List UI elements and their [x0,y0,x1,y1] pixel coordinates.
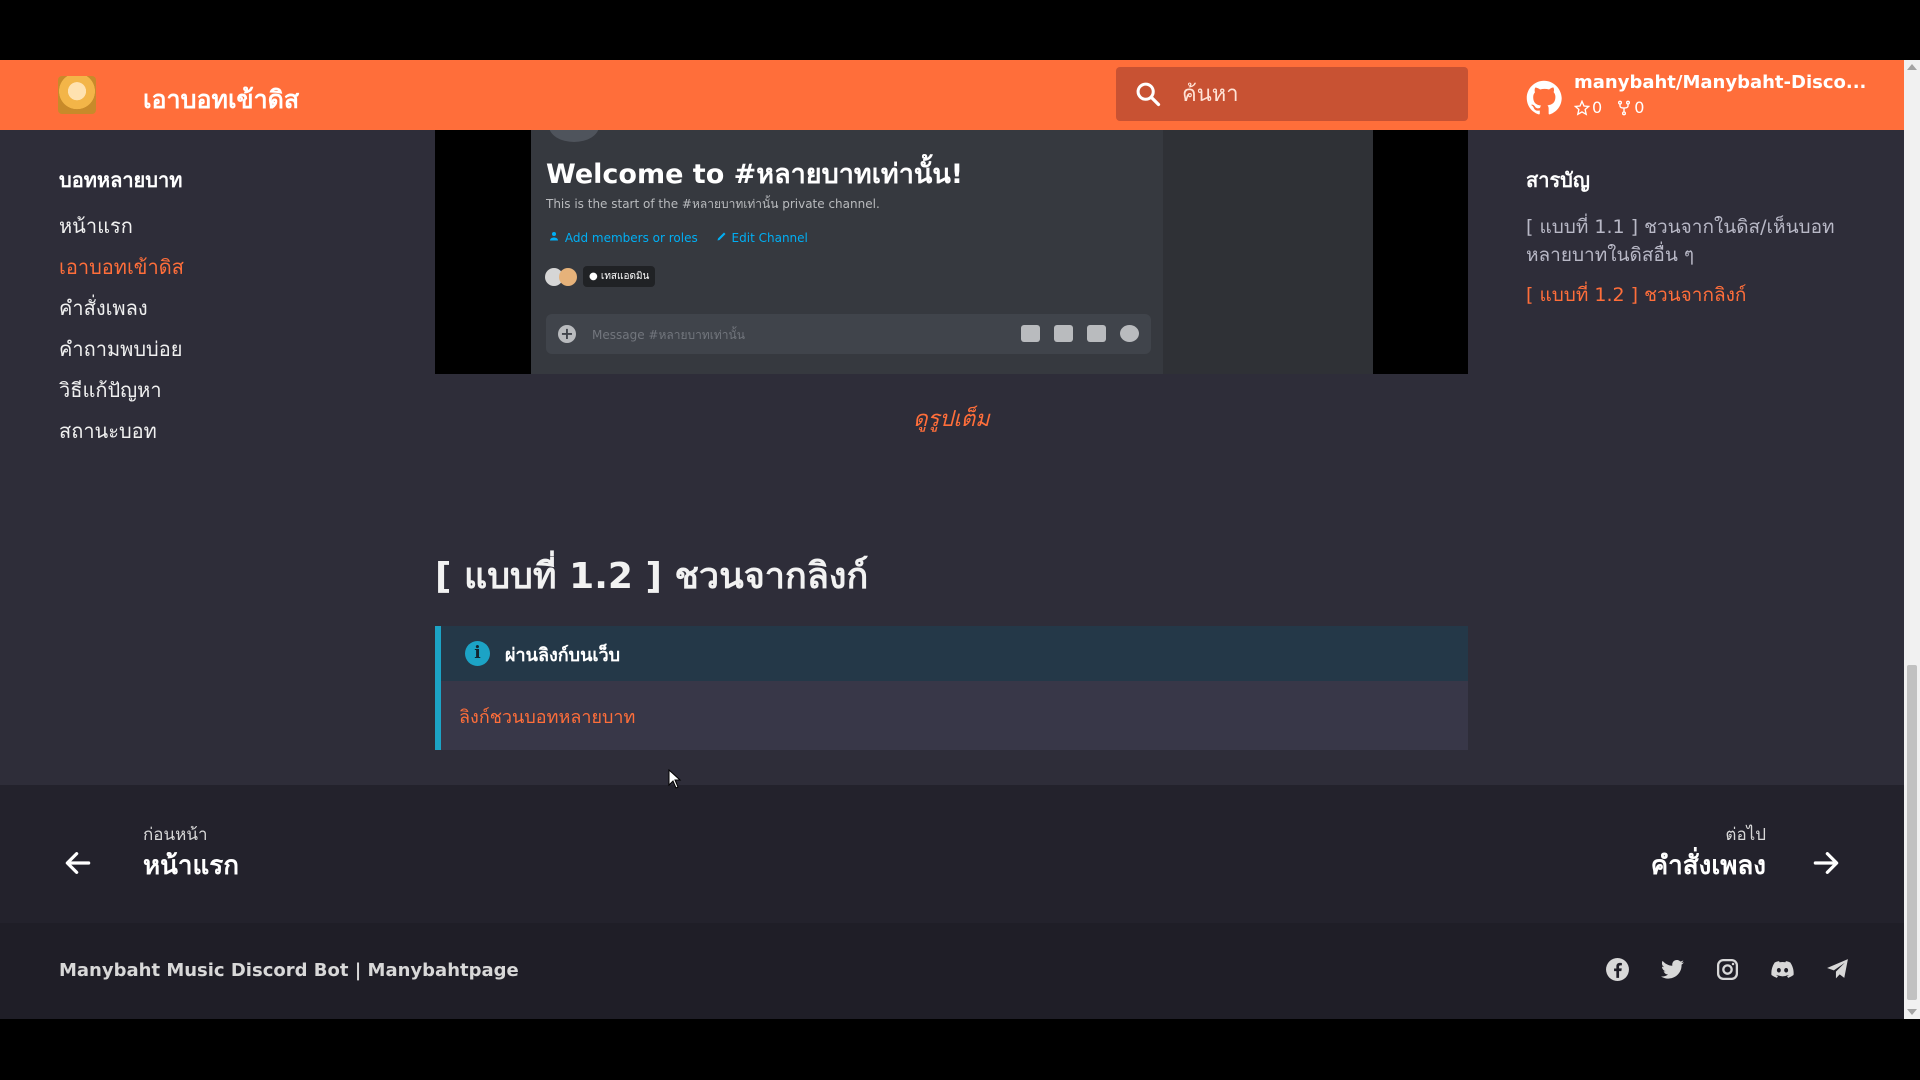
toc-item-method-1-2[interactable]: [ แบบที่ 1.2 ] ชวนจากลิงก์ [1526,281,1866,309]
section-heading: [ แบบที่ 1.2 ] ชวนจากลิงก์ [435,556,869,597]
star-icon [1574,99,1590,116]
view-full-image-link[interactable]: ดูรูปเต็ม [435,401,1468,436]
site-footer: Manybaht Music Discord Bot | Manybahtpag… [0,923,1904,1019]
callout-title: ผ่านลิงก์บนเว็บ [505,645,621,666]
discord-side-panel [1163,130,1373,374]
toc-heading: สารบัญ [1526,168,1590,192]
callout-header: i ผ่านลิงก์บนเว็บ [441,626,1468,681]
message-tools [1021,325,1139,342]
scroll-down-arrow-icon[interactable] [1907,1009,1917,1015]
plus-icon: + [558,325,576,343]
add-members-link: Add members or roles [549,230,698,245]
twitter-icon[interactable] [1660,957,1685,982]
top-letterbox [0,0,1920,60]
previous-title: หน้าแรก [143,851,239,881]
search-input[interactable] [1182,67,1452,121]
edit-channel-label: Edit Channel [731,231,808,245]
page: เอาบอทเข้าดิส manybaht/Manybaht-Disco...… [0,60,1904,1019]
bot-invite-link[interactable]: ลิงก์ชวนบอทหลายบาท [459,702,635,731]
discord-message-box: + Message #หลายบาทเท่านั้น [546,314,1151,354]
nav-item-faq[interactable]: คำถามพบบ่อย [59,336,339,377]
repo-name: manybaht/Manybaht-Disco... [1574,72,1867,93]
site-logo[interactable] [58,76,96,114]
search-box[interactable] [1116,67,1468,121]
nav-item-music-commands[interactable]: คำสั่งเพลง [59,295,339,336]
arrow-right-icon [1813,852,1839,874]
social-links [1605,957,1850,982]
bottom-letterbox [0,1019,1920,1080]
nav-item-home[interactable]: หน้าแรก [59,213,339,254]
table-of-contents: สารบัญ [ แบบที่ 1.1 ] ชวนจากในดิส/เห็นบอ… [1526,164,1866,321]
scroll-thumb[interactable] [1907,665,1917,1000]
person-add-icon [550,232,558,241]
page-scrollbar[interactable] [1904,60,1920,1019]
site-title[interactable]: เอาบอทเข้าดิส [143,80,299,120]
left-nav: บอทหลายบาท หน้าแรก เอาบอทเข้าดิส คำสั่งเ… [59,164,339,459]
role-chip: ● เทสแอดมิน [583,266,656,287]
star-count-value: 0 [1592,98,1603,117]
discord-channel-actions: Add members or roles Edit Channel [549,230,808,245]
footer-copyright: Manybaht Music Discord Bot | Manybahtpag… [59,960,519,981]
discord-welcome-subtitle: This is the start of the #หลายบาทเท่านั้… [546,197,880,211]
avatar [559,267,577,286]
message-placeholder: Message #หลายบาทเท่านั้น [592,328,745,342]
edit-channel-link: Edit Channel [716,230,808,245]
pencil-icon [717,232,726,241]
mouse-cursor-icon [668,769,682,789]
add-members-label: Add members or roles [564,231,698,245]
gif-icon [1054,325,1073,342]
nav-item-bot-status[interactable]: สถานะบอท [59,418,339,459]
github-repo-link[interactable]: manybaht/Manybaht-Disco... 0 0 [1526,68,1886,122]
instagram-icon[interactable] [1715,957,1740,982]
fork-count-value: 0 [1634,98,1645,117]
discord-screenshot-image: Welcome to #หลายบาทเท่านั้น! This is the… [435,130,1468,374]
discord-channel-panel: Welcome to #หลายบาทเท่านั้น! This is the… [531,130,1163,374]
search-icon [1136,82,1161,107]
nav-heading: บอทหลายบาท [59,168,183,192]
telegram-icon[interactable] [1825,957,1850,982]
scroll-up-arrow-icon[interactable] [1907,64,1917,70]
previous-page-link[interactable]: ก่อนหน้า หน้าแรก [58,821,358,891]
sticker-icon [1087,325,1106,342]
repo-stats: 0 0 [1574,98,1644,117]
nav-item-add-bot[interactable]: เอาบอทเข้าดิส [59,254,339,295]
previous-label: ก่อนหน้า [143,825,208,845]
discord-welcome-title: Welcome to #หลายบาทเท่านั้น! [546,159,964,190]
facebook-icon[interactable] [1605,957,1630,982]
next-page-link[interactable]: ต่อไป คำสั่งเพลง [1546,821,1846,891]
site-header: เอาบอทเข้าดิส manybaht/Manybaht-Disco...… [0,60,1904,130]
emoji-icon [1120,325,1139,342]
github-icon [1526,80,1562,115]
discord-icon[interactable] [1770,957,1795,982]
fork-icon [1618,100,1631,115]
gift-icon [1021,325,1040,342]
fork-count: 0 [1616,98,1644,117]
star-count: 0 [1574,98,1602,117]
arrow-left-icon [65,852,91,874]
next-title: คำสั่งเพลง [1650,851,1766,881]
info-icon: i [465,641,490,666]
next-label: ต่อไป [1725,825,1766,845]
channel-icon [549,130,599,142]
discord-member-avatars: ● เทสแอดมิน [545,266,656,287]
page-navigation: ก่อนหน้า หน้าแรก ต่อไป คำสั่งเพลง [0,785,1904,923]
toc-item-method-1-1[interactable]: [ แบบที่ 1.1 ] ชวนจากในดิส/เห็นบอทหลายบา… [1526,213,1866,269]
nav-item-troubleshooting[interactable]: วิธีแก้ปัญหา [59,377,339,418]
info-callout: i ผ่านลิงก์บนเว็บ ลิงก์ชวนบอทหลายบาท [435,626,1468,750]
